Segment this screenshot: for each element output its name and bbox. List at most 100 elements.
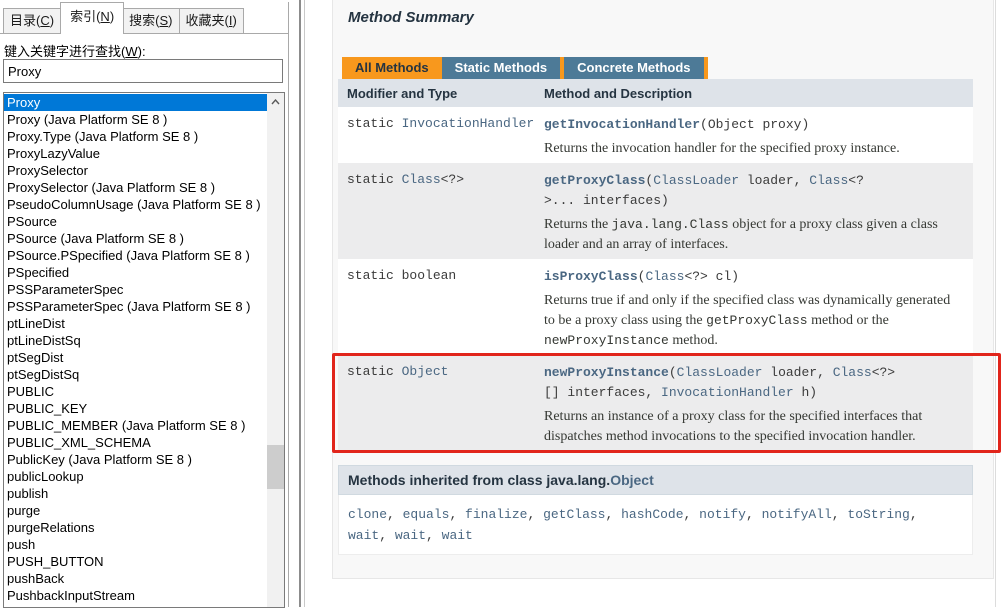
type-link[interactable]: Class xyxy=(402,172,441,187)
filter-tab-concrete-methods[interactable]: Concrete Methods xyxy=(564,57,703,79)
index-list-item[interactable]: ProxySelector xyxy=(4,162,267,179)
method-description: Returns true if and only if the specifie… xyxy=(544,291,964,351)
method-link[interactable]: getInvocationHandler xyxy=(544,117,700,132)
method-link[interactable]: Class xyxy=(833,365,872,380)
inherited-method-link[interactable]: hashCode xyxy=(621,507,683,522)
index-list-item[interactable]: ptLineDist xyxy=(4,315,267,332)
scrollbar-up-button[interactable] xyxy=(267,93,284,110)
method-link[interactable]: ClassLoader xyxy=(677,365,763,380)
pane-border xyxy=(304,0,305,607)
text-segment: static xyxy=(347,116,402,131)
type-link[interactable]: InvocationHandler xyxy=(402,116,535,131)
text-segment: java.lang.Class xyxy=(612,217,729,232)
index-list-item[interactable]: PUBLIC_XML_SCHEMA xyxy=(4,434,267,451)
index-list-item[interactable]: PSource.PSpecified (Java Platform SE 8 ) xyxy=(4,247,267,264)
inherited-method-link[interactable]: wait xyxy=(442,528,473,543)
method-signature: getProxyClass(ClassLoader loader, Class<… xyxy=(544,171,973,191)
method-link[interactable]: InvocationHandler xyxy=(661,385,794,400)
index-list-item[interactable]: PSSParameterSpec (Java Platform SE 8 ) xyxy=(4,298,267,315)
class-link[interactable]: Object xyxy=(610,472,654,488)
method-cell: newProxyInstance(ClassLoader loader, Cla… xyxy=(544,355,973,451)
help-tab-label: ) xyxy=(110,9,114,24)
text-segment: loader, xyxy=(739,173,809,188)
filter-tab-all-methods[interactable]: All Methods xyxy=(342,57,442,79)
text-segment: method. xyxy=(669,333,718,348)
index-list-item[interactable]: ptLineDistSq xyxy=(4,332,267,349)
pane-splitter[interactable] xyxy=(299,0,301,607)
index-list-item[interactable]: pushBack xyxy=(4,570,267,587)
text-segment: Returns an instance of a proxy class for… xyxy=(544,409,922,444)
column-header-method: Method and Description xyxy=(544,79,973,107)
index-list-item[interactable]: PushbackInputStream xyxy=(4,587,267,604)
index-list-item[interactable]: PSSParameterSpec xyxy=(4,281,267,298)
method-filter-tabbar: All MethodsStatic MethodsConcrete Method… xyxy=(342,57,708,79)
index-results-list: ProxyProxy (Java Platform SE 8 )Proxy.Ty… xyxy=(4,94,267,604)
index-list-item[interactable]: ptSegDistSq xyxy=(4,366,267,383)
help-tab-label: N xyxy=(100,9,109,24)
scrollbar-thumb[interactable] xyxy=(267,445,284,489)
column-header-modifier: Modifier and Type xyxy=(338,79,544,107)
text-segment: [] interfaces, xyxy=(544,385,661,400)
help-tab-2[interactable]: 搜索(S) xyxy=(123,8,179,34)
text-segment: <?> cl) xyxy=(684,269,739,284)
help-index-pane: 目录(C)索引(N)搜索(S)收藏夹(I) 键入关键字进行查找(W): Prox… xyxy=(0,0,296,607)
text-segment: , xyxy=(426,528,442,543)
index-list-item[interactable]: Proxy xyxy=(4,94,267,111)
text-segment: , xyxy=(527,507,543,522)
index-list-item[interactable]: PUBLIC_MEMBER (Java Platform SE 8 ) xyxy=(4,417,267,434)
method-link[interactable]: getProxyClass xyxy=(544,173,645,188)
index-list-item[interactable]: PUSH_BUTTON xyxy=(4,553,267,570)
text-segment: <?> xyxy=(441,172,464,187)
index-results-listbox: ProxyProxy (Java Platform SE 8 )Proxy.Ty… xyxy=(3,92,285,608)
help-tab-label: 搜索( xyxy=(129,13,159,28)
filter-tab-static-methods[interactable]: Static Methods xyxy=(442,57,560,79)
inherited-method-link[interactable]: notifyAll xyxy=(762,507,832,522)
help-tab-label: ) xyxy=(168,13,172,28)
index-list-item[interactable]: PseudoColumnUsage (Java Platform SE 8 ) xyxy=(4,196,267,213)
index-list-item[interactable]: publish xyxy=(4,485,267,502)
index-list-item[interactable]: ProxySelector (Java Platform SE 8 ) xyxy=(4,179,267,196)
keyword-search-input[interactable] xyxy=(3,59,283,83)
help-tab-3[interactable]: 收藏夹(I) xyxy=(180,8,244,34)
method-link[interactable]: Class xyxy=(645,269,684,284)
text-segment: <?> xyxy=(872,365,895,380)
text-segment: >... interfaces) xyxy=(544,193,669,208)
help-tab-1[interactable]: 索引(N) xyxy=(60,2,124,34)
index-list-item[interactable]: PSource (Java Platform SE 8 ) xyxy=(4,230,267,247)
index-list-item[interactable]: push xyxy=(4,536,267,553)
index-list-item[interactable]: publicLookup xyxy=(4,468,267,485)
method-signature: [] interfaces, InvocationHandler h) xyxy=(544,383,973,403)
inherited-method-link[interactable]: notify xyxy=(699,507,746,522)
text-segment: newProxyInstance xyxy=(544,333,669,348)
index-list-item[interactable]: ProxyLazyValue xyxy=(4,145,267,162)
method-description: Returns the invocation handler for the s… xyxy=(544,139,964,159)
inherited-method-link[interactable]: wait xyxy=(348,528,379,543)
method-link[interactable]: Class xyxy=(809,173,848,188)
method-link[interactable]: ClassLoader xyxy=(653,173,739,188)
help-tab-0[interactable]: 目录(C) xyxy=(3,8,61,34)
index-list-item[interactable]: purge xyxy=(4,502,267,519)
index-list-item[interactable]: PSource xyxy=(4,213,267,230)
listbox-scrollbar[interactable] xyxy=(267,93,284,607)
method-signature: isProxyClass(Class<?> cl) xyxy=(544,267,973,287)
inherited-method-link[interactable]: finalize xyxy=(465,507,527,522)
inherited-method-link[interactable]: getClass xyxy=(543,507,605,522)
pane-border xyxy=(288,2,289,607)
type-link[interactable]: Object xyxy=(402,364,449,379)
index-list-item[interactable]: PSpecified xyxy=(4,264,267,281)
inherited-method-link[interactable]: toString xyxy=(847,507,909,522)
method-link[interactable]: isProxyClass xyxy=(544,269,638,284)
index-list-item[interactable]: purgeRelations xyxy=(4,519,267,536)
inherited-method-link[interactable]: clone xyxy=(348,507,387,522)
index-list-item[interactable]: PUBLIC xyxy=(4,383,267,400)
method-summary-table: Modifier and Type Method and Description… xyxy=(338,79,973,555)
inherited-method-link[interactable]: equals xyxy=(403,507,450,522)
index-list-item[interactable]: PublicKey (Java Platform SE 8 ) xyxy=(4,451,267,468)
inherited-method-link[interactable]: wait xyxy=(395,528,426,543)
index-list-item[interactable]: PUBLIC_KEY xyxy=(4,400,267,417)
text-segment: static boolean xyxy=(347,268,456,283)
index-list-item[interactable]: Proxy (Java Platform SE 8 ) xyxy=(4,111,267,128)
index-list-item[interactable]: ptSegDist xyxy=(4,349,267,366)
index-list-item[interactable]: Proxy.Type (Java Platform SE 8 ) xyxy=(4,128,267,145)
method-link[interactable]: newProxyInstance xyxy=(544,365,669,380)
